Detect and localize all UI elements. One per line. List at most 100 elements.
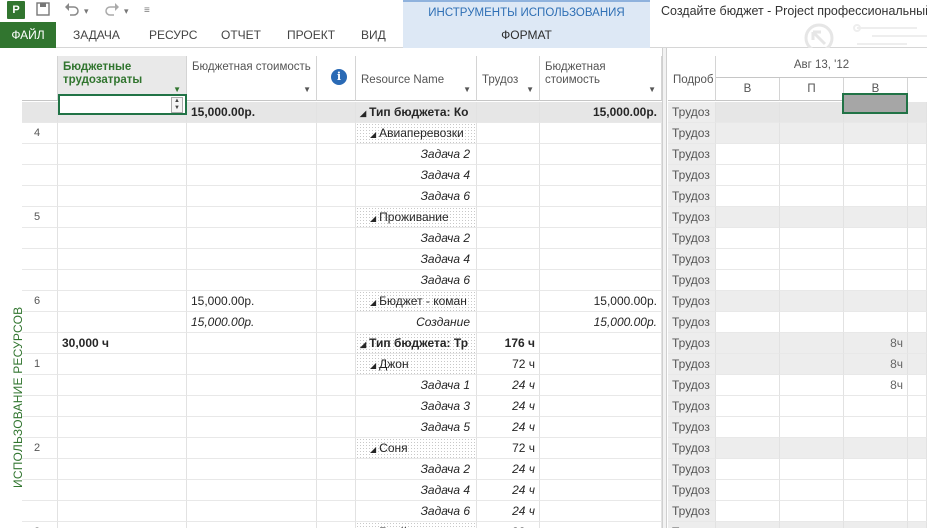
- resource-name-cell[interactable]: ◢ Тип бюджета: Тр: [356, 333, 477, 354]
- timeline-cell[interactable]: [780, 522, 844, 528]
- timeline-cell[interactable]: [908, 375, 927, 396]
- budget-cost-2-cell[interactable]: [540, 186, 662, 207]
- budget-work-cell[interactable]: [58, 354, 187, 375]
- details-cell[interactable]: Трудоз: [668, 480, 716, 501]
- column-header-work[interactable]: Трудоз ▼: [477, 56, 540, 101]
- resource-name-cell[interactable]: ◢ Соня: [356, 438, 477, 459]
- active-cell-editor[interactable]: ▲ ▼: [58, 94, 187, 115]
- details-cell[interactable]: Трудоз: [668, 501, 716, 522]
- tab-format[interactable]: ФОРМАТ: [403, 22, 650, 48]
- timeline-cell[interactable]: [716, 249, 780, 270]
- budget-cost-2-cell[interactable]: [540, 522, 662, 528]
- row-id-cell[interactable]: [22, 501, 58, 522]
- details-cell[interactable]: Трудоз: [668, 207, 716, 228]
- timeline-cell[interactable]: [844, 438, 908, 459]
- table-row[interactable]: 4 ◢ Авиаперевозки Трудоз: [22, 123, 927, 144]
- indicator-cell[interactable]: [317, 417, 356, 438]
- resource-name-cell[interactable]: Задача 4: [356, 480, 477, 501]
- budget-cost-cell[interactable]: [187, 417, 317, 438]
- collapse-triangle-icon[interactable]: ◢: [370, 214, 376, 223]
- timeline-cell[interactable]: [908, 417, 927, 438]
- undo-icon[interactable]: [64, 2, 80, 20]
- budget-cost-cell[interactable]: [187, 459, 317, 480]
- timeline-cell[interactable]: [908, 123, 927, 144]
- row-id-cell[interactable]: 2: [22, 438, 58, 459]
- timeline-cell[interactable]: [780, 501, 844, 522]
- indicator-cell[interactable]: [317, 375, 356, 396]
- row-id-cell[interactable]: [22, 459, 58, 480]
- resource-name-cell[interactable]: Задача 6: [356, 270, 477, 291]
- budget-cost-2-cell[interactable]: [540, 480, 662, 501]
- budget-cost-cell[interactable]: 15,000.00р.: [187, 312, 317, 333]
- budget-work-cell[interactable]: [58, 270, 187, 291]
- timescale-date-header[interactable]: Авг 13, '12: [716, 56, 927, 78]
- work-cell[interactable]: [477, 144, 540, 165]
- timeline-cell[interactable]: [780, 480, 844, 501]
- resource-name-cell[interactable]: Задача 6: [356, 501, 477, 522]
- budget-work-cell[interactable]: [58, 480, 187, 501]
- timeline-cell[interactable]: [908, 228, 927, 249]
- resource-name-cell[interactable]: Задача 2: [356, 144, 477, 165]
- timeline-cell[interactable]: [908, 291, 927, 312]
- timeline-cell[interactable]: [844, 144, 908, 165]
- indicator-cell[interactable]: [317, 522, 356, 528]
- timeline-cell[interactable]: [844, 396, 908, 417]
- table-row[interactable]: 2 ◢ Соня 72 ч Трудоз: [22, 438, 927, 459]
- work-cell[interactable]: 24 ч: [477, 417, 540, 438]
- indicator-cell[interactable]: [317, 333, 356, 354]
- timeline-cell[interactable]: [844, 417, 908, 438]
- timeline-cell[interactable]: [844, 270, 908, 291]
- table-row[interactable]: 3 ◢Брайан32 ч Трудоз: [22, 522, 927, 528]
- details-cell[interactable]: Трудоз: [668, 396, 716, 417]
- timeline-cell[interactable]: [716, 375, 780, 396]
- details-cell[interactable]: Трудоз: [668, 270, 716, 291]
- timeline-cell[interactable]: [908, 270, 927, 291]
- table-row[interactable]: 1 ◢ Джон 72 ч Трудоз 8ч: [22, 354, 927, 375]
- column-header-indicators[interactable]: i: [317, 56, 356, 101]
- timeline-selected-cell[interactable]: [842, 93, 908, 114]
- row-id-cell[interactable]: [22, 375, 58, 396]
- indicator-cell[interactable]: [317, 165, 356, 186]
- work-cell[interactable]: [477, 102, 540, 123]
- indicator-cell[interactable]: [317, 501, 356, 522]
- indicator-cell[interactable]: [317, 459, 356, 480]
- work-cell[interactable]: [477, 207, 540, 228]
- timeline-cell[interactable]: [780, 312, 844, 333]
- indicator-cell[interactable]: [317, 186, 356, 207]
- indicator-cell[interactable]: [317, 291, 356, 312]
- work-cell[interactable]: [477, 165, 540, 186]
- details-cell[interactable]: Трудоз: [668, 186, 716, 207]
- work-cell[interactable]: 72 ч: [477, 354, 540, 375]
- undo-dropdown-icon[interactable]: ▾: [84, 2, 89, 20]
- timeline-cell[interactable]: [780, 354, 844, 375]
- table-row[interactable]: Задача 2 24 ч Трудоз: [22, 459, 927, 480]
- details-cell[interactable]: Трудоз: [668, 417, 716, 438]
- dropdown-arrow-icon[interactable]: ▼: [303, 83, 311, 96]
- budget-cost-2-cell[interactable]: [540, 459, 662, 480]
- budget-cost-cell[interactable]: [187, 123, 317, 144]
- timeline-cell[interactable]: [908, 186, 927, 207]
- tab-resource[interactable]: РЕСУРС: [149, 22, 197, 48]
- table-row[interactable]: 5 ◢ Проживание Трудоз: [22, 207, 927, 228]
- budget-work-cell[interactable]: [58, 522, 187, 528]
- budget-cost-cell[interactable]: [187, 522, 317, 528]
- column-header-budget-cost[interactable]: Бюджетная стоимость ▼: [187, 56, 317, 101]
- budget-cost-2-cell[interactable]: [540, 144, 662, 165]
- row-id-cell[interactable]: 6: [22, 291, 58, 312]
- timeline-cell[interactable]: [716, 480, 780, 501]
- work-cell[interactable]: [477, 123, 540, 144]
- budget-work-cell[interactable]: [58, 144, 187, 165]
- budget-cost-cell[interactable]: [187, 228, 317, 249]
- budget-work-cell[interactable]: [58, 375, 187, 396]
- details-cell[interactable]: Трудоз: [668, 333, 716, 354]
- budget-cost-cell[interactable]: [187, 186, 317, 207]
- indicator-cell[interactable]: [317, 249, 356, 270]
- details-cell[interactable]: Трудоз: [668, 459, 716, 480]
- timeline-cell[interactable]: [780, 102, 844, 123]
- table-row[interactable]: Задача 2 Трудоз: [22, 144, 927, 165]
- redo-icon[interactable]: [104, 2, 120, 20]
- details-cell[interactable]: Трудоз: [668, 438, 716, 459]
- indicator-cell[interactable]: [317, 396, 356, 417]
- row-id-cell[interactable]: 4: [22, 123, 58, 144]
- timeline-cell[interactable]: [908, 144, 927, 165]
